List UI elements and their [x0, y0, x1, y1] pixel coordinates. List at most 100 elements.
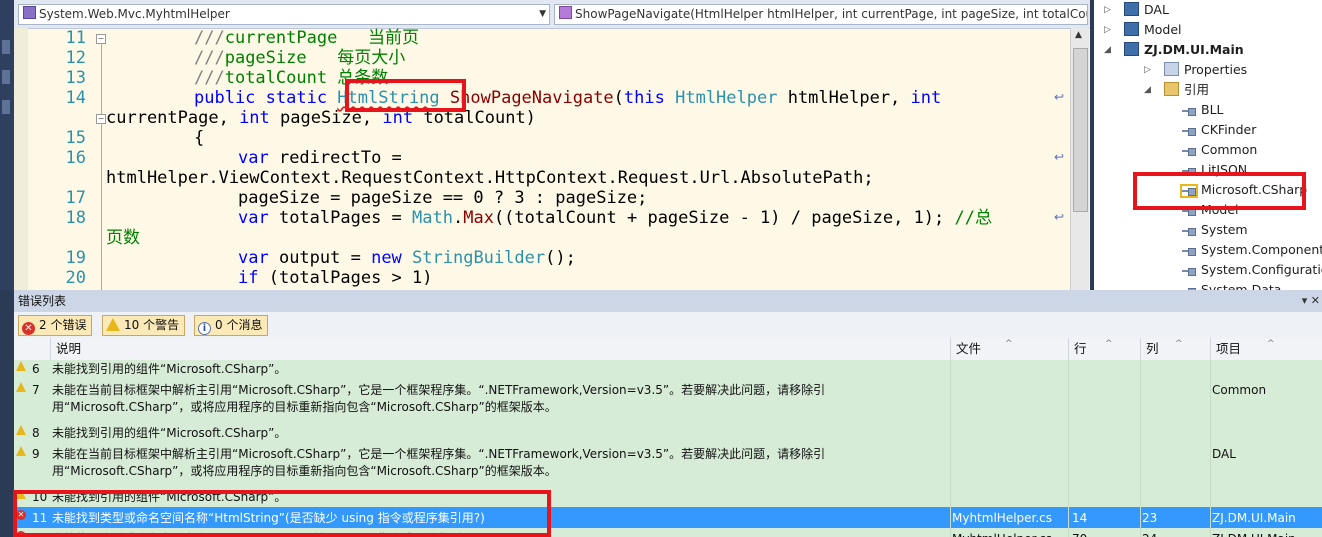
tree-item-label: Common	[1201, 142, 1258, 157]
col-description-header[interactable]: 说明	[50, 338, 950, 360]
code-line[interactable]: htmlHelper.ViewContext.RequestContext.Ht…	[106, 168, 874, 188]
warnings-filter-label: 10 个警告	[124, 318, 180, 332]
error-list-titlebar: 错误列表 ▾ ✕	[14, 290, 1322, 312]
tree-item[interactable]: BLL	[1182, 101, 1224, 119]
project-icon	[1124, 2, 1139, 16]
error-list-toolbar: ✕ 2 个错误 10 个警告 i 0 个消息	[14, 312, 1322, 338]
collapse-toggle[interactable]: −	[96, 34, 106, 44]
code-line[interactable]: if (totalPages > 1)	[238, 268, 432, 288]
tree-item[interactable]: ▷ Properties	[1144, 61, 1247, 79]
tree-item-label: DAL	[1144, 2, 1169, 17]
column-separator	[1210, 443, 1211, 486]
error-row[interactable]: 9 未能在当前目标框架中解析主引用“Microsoft.CSharp”，它是一个框…	[14, 443, 1322, 487]
toolstrip-tab[interactable]	[2, 70, 10, 84]
code-token: Math	[412, 208, 453, 228]
tree-item-label: ZJ.DM.UI.Main	[1144, 42, 1244, 57]
project-icon	[1124, 22, 1139, 36]
code-token: currentPage 当前页	[224, 28, 420, 48]
scrollbar-thumb[interactable]	[1073, 48, 1088, 212]
warnings-filter-button[interactable]: 10 个警告	[102, 315, 186, 336]
code-editor[interactable]: System.Web.Mvc.MyhtmlHelper ▼ ShowPageNa…	[14, 0, 1090, 290]
code-token: this	[623, 88, 676, 108]
expanded-arrow-icon[interactable]: ◢	[1144, 81, 1151, 99]
tree-item[interactable]: System.ComponentMod	[1182, 241, 1322, 259]
row-line: 14	[1072, 511, 1088, 525]
tree-item[interactable]: ◢ ZJ.DM.UI.Main	[1104, 41, 1244, 59]
reference-icon	[1182, 266, 1196, 276]
row-column: 23	[1142, 511, 1158, 525]
line-number: 17	[65, 188, 86, 208]
col-line-header[interactable]: 行 ^	[1068, 338, 1140, 360]
tree-item[interactable]: ◢ 引用	[1144, 81, 1209, 99]
editor-vertical-scrollbar[interactable]: ▲	[1070, 28, 1089, 290]
tree-item[interactable]: ▷ Model	[1104, 21, 1182, 39]
row-line: 70	[1072, 531, 1138, 537]
code-token: ///	[194, 28, 225, 48]
row-file: MyhtmlHelper.cs	[952, 531, 1068, 537]
column-separator	[1068, 443, 1069, 486]
column-separator	[1140, 422, 1141, 443]
type-dropdown[interactable]: System.Web.Mvc.MyhtmlHelper ▼	[18, 4, 550, 25]
row-file: MyhtmlHelper.cs	[952, 511, 1053, 525]
messages-filter-button[interactable]: i 0 个消息	[194, 315, 269, 336]
column-separator	[1140, 528, 1141, 537]
scroll-up-icon[interactable]: ▲	[1075, 30, 1082, 40]
outline-line	[101, 44, 102, 290]
error-icon: ✕	[22, 322, 35, 335]
toolstrip-tab[interactable]	[2, 100, 10, 114]
code-token: ();	[545, 248, 576, 268]
code-line[interactable]: pageSize = pageSize == 0 ? 3 : pageSize;	[238, 188, 647, 208]
code-line[interactable]: ///pageSize 每页大小	[194, 48, 405, 68]
toolstrip-tab[interactable]	[2, 40, 10, 54]
code-token: .	[452, 208, 464, 228]
collapsed-arrow-icon[interactable]: ▷	[1144, 61, 1151, 79]
code-line[interactable]: ///currentPage 当前页	[194, 28, 419, 48]
column-separator	[950, 360, 951, 379]
column-separator	[1210, 528, 1211, 537]
sort-arrow-icon: ^	[1105, 339, 1113, 349]
error-row[interactable]: 7 未能在当前目标框架中解析主引用“Microsoft.CSharp”，它是一个框…	[14, 379, 1322, 423]
code-line[interactable]: 页数	[106, 228, 140, 248]
row-project: DAL	[1212, 447, 1236, 461]
member-dropdown[interactable]: ShowPageNavigate(HtmlHelper htmlHelper, …	[554, 4, 1088, 25]
code-line[interactable]: var output = new StringBuilder();	[238, 248, 576, 268]
col-project-header[interactable]: 项目 ^	[1210, 338, 1322, 360]
column-separator	[950, 443, 951, 486]
highlight-box-reference	[1133, 172, 1306, 210]
code-token: htmlHelper.ViewContext.RequestContext.Ht…	[106, 168, 874, 188]
row-number: 6	[32, 362, 40, 376]
col-line-label: 行	[1074, 341, 1087, 356]
sort-arrow-icon: ^	[1005, 339, 1013, 349]
col-file-header[interactable]: 文件 ^	[950, 338, 1068, 360]
error-row[interactable]: 8 未能找到引用的组件“Microsoft.CSharp”。	[14, 422, 1322, 444]
column-separator	[1210, 507, 1211, 528]
errors-filter-button[interactable]: ✕ 2 个错误	[18, 315, 93, 336]
tree-item[interactable]: System	[1182, 221, 1248, 239]
collapse-toggle[interactable]: −	[96, 114, 106, 124]
code-line[interactable]: currentPage, int pageSize, int totalCoun…	[106, 108, 536, 128]
code-token: public static	[194, 88, 338, 108]
expanded-arrow-icon[interactable]: ◢	[1104, 41, 1111, 59]
pin-dropdown-icon[interactable]: ▾ ✕	[1302, 290, 1320, 312]
method-icon	[559, 6, 572, 19]
code-line[interactable]: {	[194, 128, 204, 148]
tree-item[interactable]: System.Data	[1182, 281, 1281, 290]
col-icon-header[interactable]	[14, 338, 50, 360]
code-line[interactable]: public static HtmlString ShowPageNavigat…	[194, 88, 941, 108]
error-row[interactable]: 6 未能找到引用的组件“Microsoft.CSharp”。	[14, 360, 1322, 380]
collapsed-arrow-icon[interactable]: ▷	[1104, 1, 1111, 19]
tree-item[interactable]: CKFinder	[1182, 121, 1256, 139]
col-column-header[interactable]: 列 ^	[1140, 338, 1210, 360]
tree-item[interactable]: Common	[1182, 141, 1257, 159]
tree-item-label: CKFinder	[1201, 122, 1257, 137]
tree-item[interactable]: System.Configuration	[1182, 261, 1322, 279]
reference-icon	[1182, 246, 1196, 256]
collapsed-arrow-icon[interactable]: ▷	[1104, 21, 1111, 39]
column-separator	[1068, 422, 1069, 443]
col-project-label: 项目	[1216, 341, 1242, 356]
code-line[interactable]: var totalPages = Math.Max((totalCount + …	[238, 208, 992, 228]
tree-item[interactable]: ▷ DAL	[1104, 1, 1169, 19]
code-token: totalPages =	[268, 208, 413, 228]
line-number: 16	[65, 148, 86, 168]
code-line[interactable]: var redirectTo =	[238, 148, 402, 168]
